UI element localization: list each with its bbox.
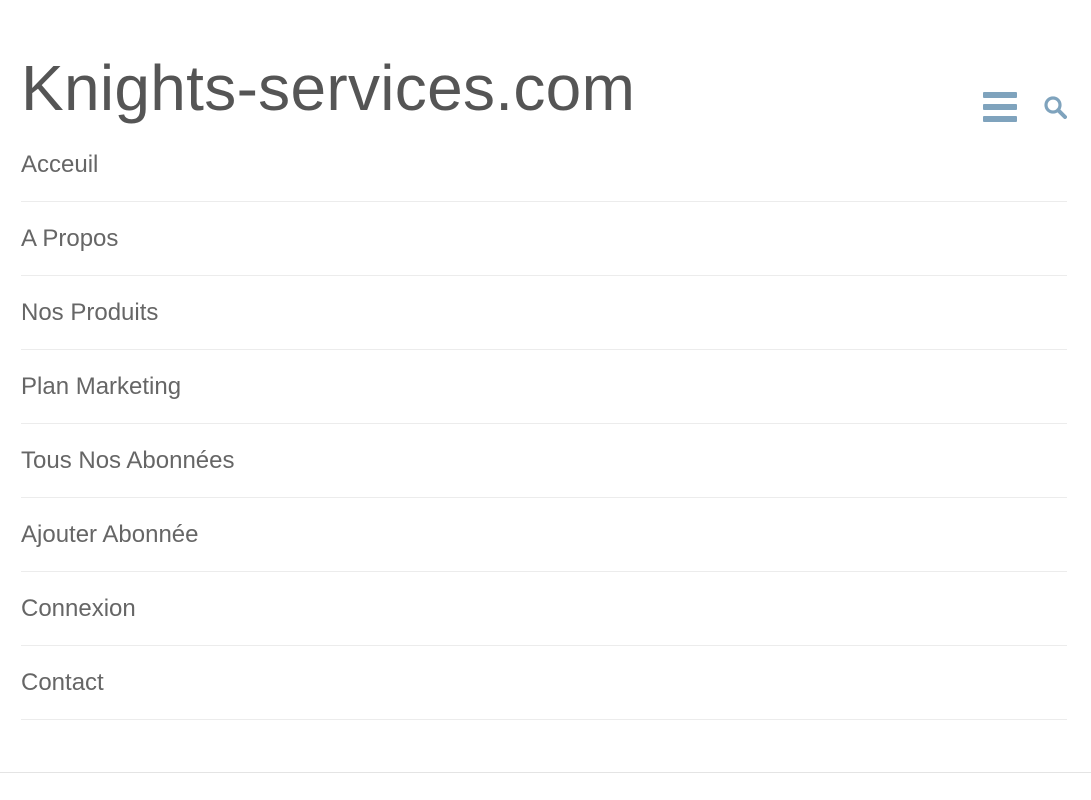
menu-item-ajouter-abonnee[interactable]: Ajouter Abonnée [21, 498, 1067, 572]
menu-item-contact[interactable]: Contact [21, 646, 1067, 720]
header-icons [983, 92, 1067, 127]
menu-item-nos-produits[interactable]: Nos Produits [21, 276, 1067, 350]
search-icon[interactable] [1043, 95, 1067, 124]
site-title[interactable]: Knights-services.com [21, 50, 635, 126]
menu-item-connexion[interactable]: Connexion [21, 572, 1067, 646]
footer-divider [0, 772, 1091, 773]
hamburger-menu-icon[interactable] [983, 92, 1017, 127]
menu-item-plan-marketing[interactable]: Plan Marketing [21, 350, 1067, 424]
menu-item-acceuil[interactable]: Acceuil [21, 129, 1067, 202]
menu-item-a-propos[interactable]: A Propos [21, 202, 1067, 276]
main-menu: Acceuil A Propos Nos Produits Plan Marke… [21, 129, 1067, 720]
menu-item-tous-nos-abonnees[interactable]: Tous Nos Abonnées [21, 424, 1067, 498]
